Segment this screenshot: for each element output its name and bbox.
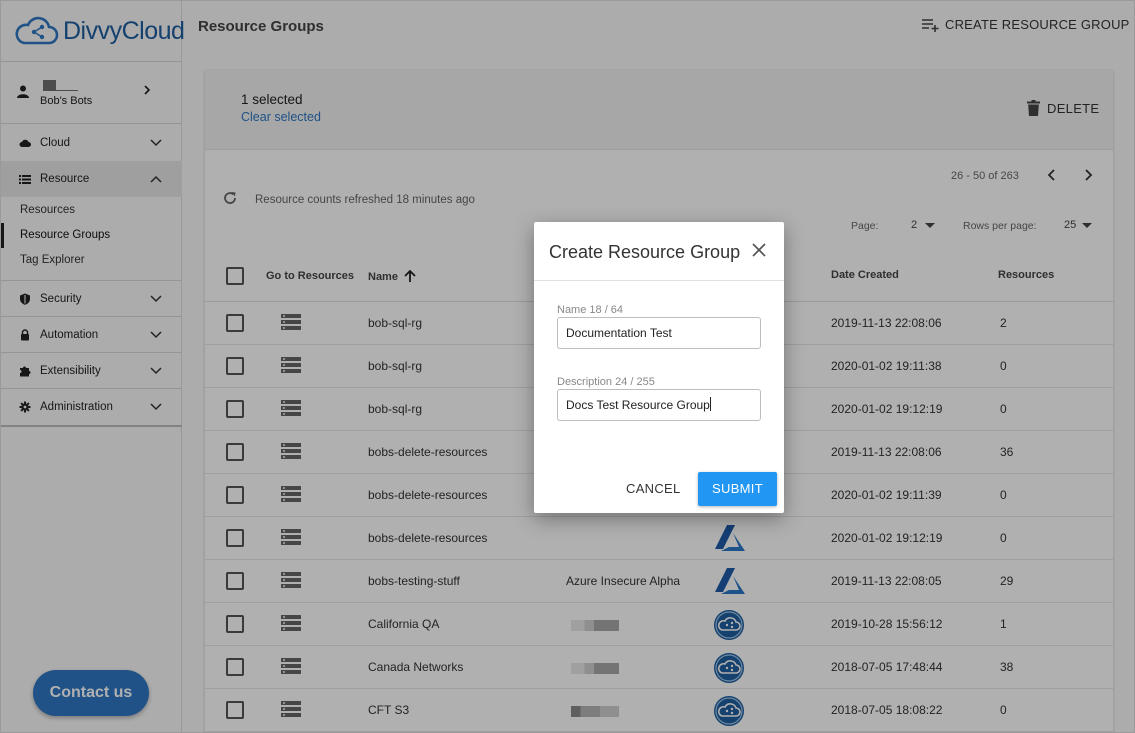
submit-button[interactable]: SUBMIT bbox=[698, 472, 777, 506]
close-icon[interactable] bbox=[752, 243, 766, 257]
dialog-title: Create Resource Group bbox=[549, 242, 741, 262]
cancel-button[interactable]: CANCEL bbox=[626, 481, 681, 496]
name-field-label: Name 18 / 64 bbox=[557, 304, 624, 316]
description-field-label: Description 24 / 255 bbox=[557, 376, 655, 388]
dialog-divider bbox=[534, 280, 784, 281]
text-caret bbox=[709, 397, 711, 411]
name-input[interactable]: Documentation Test bbox=[557, 317, 761, 349]
app-window: DivvyCloud Bob's Bots Cloud Resource Res… bbox=[0, 0, 1135, 733]
description-input[interactable]: Docs Test Resource Group bbox=[557, 389, 761, 421]
create-resource-group-dialog: Create Resource Group Name 18 / 64 Docum… bbox=[534, 222, 784, 513]
description-value: Docs Test Resource Group bbox=[566, 398, 710, 412]
